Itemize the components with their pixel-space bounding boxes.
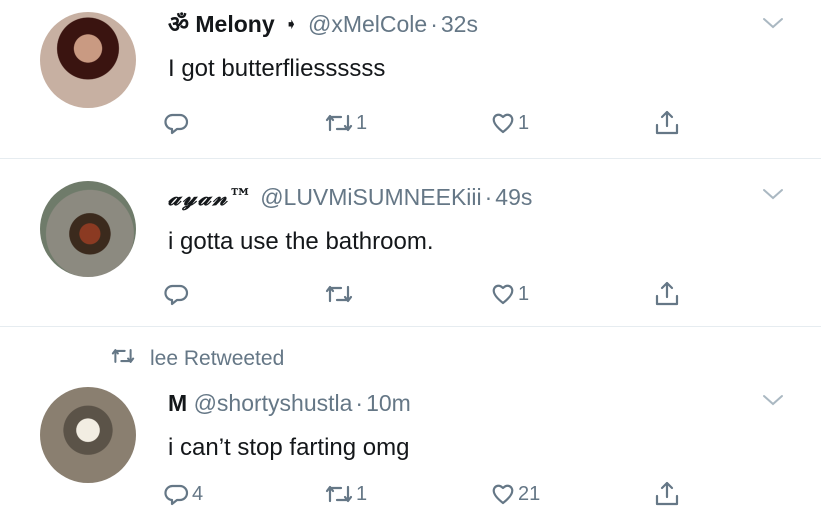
chevron-down-icon[interactable] [760,14,786,32]
like-button[interactable]: 21 [490,477,540,511]
timestamp[interactable]: 32s [441,11,478,37]
share-icon [652,108,682,138]
user-handle[interactable]: @xMelCole [308,11,427,37]
display-name[interactable]: 𝒶𝓎𝒶𝓃™ [168,184,254,211]
avatar[interactable] [40,12,136,108]
tweet-text: i can’t stop farting omg [168,434,410,461]
display-name[interactable]: Melony [195,11,274,37]
share-button[interactable] [652,106,682,140]
share-button[interactable] [652,477,682,511]
tweet-actions: 1 [164,277,724,311]
retweet-button[interactable] [324,277,356,311]
retweeted-by-line: lee Retweeted [110,345,284,373]
tweet-text: i gotta use the bathroom. [168,228,434,255]
reply-icon [164,481,190,507]
name-prefix-symbol: ॐ [168,11,189,37]
display-name[interactable]: M [168,390,187,416]
timestamp[interactable]: 49s [495,184,532,210]
retweet-icon [324,281,354,307]
retweet-count: 1 [356,111,368,134]
reply-button[interactable]: 4 [164,477,203,511]
share-icon [652,279,682,309]
share-icon [652,479,682,509]
tweet-actions: 4 1 21 [164,477,724,511]
tweet-header: M @shortyshustla · 10m [168,389,411,417]
avatar[interactable] [40,181,136,277]
chevron-down-icon[interactable] [760,185,786,203]
retweeted-by-label[interactable]: lee Retweeted [150,347,284,371]
retweet-button[interactable]: 1 [324,106,367,140]
heart-icon [490,281,516,307]
separator-dot: · [484,184,493,210]
retweet-icon [110,345,150,373]
user-handle[interactable]: @LUVMiSUMNEEKiii [260,184,481,210]
avatar[interactable] [40,387,136,483]
retweet-button[interactable]: 1 [324,477,367,511]
like-button[interactable]: 1 [490,106,529,140]
heart-icon [490,110,516,136]
tweet-header: 𝒶𝓎𝒶𝓃™ @LUVMiSUMNEEKiii · 49s [168,183,532,212]
timeline-feed: ॐ Melony ➧ @xMelCole · 32s I got butterfli… [0,0,821,525]
retweet-icon [324,110,354,136]
arrow-badge-icon: ➧ [285,16,298,33]
like-count: 1 [518,282,530,305]
tweet-header: ॐ Melony ➧ @xMelCole · 32s [168,10,478,39]
separator-dot: · [430,11,438,37]
heart-icon [490,481,516,507]
like-count: 21 [518,482,541,505]
retweet-icon [324,481,354,507]
like-button[interactable]: 1 [490,277,529,311]
user-handle[interactable]: @shortyshustla [194,390,353,416]
reply-button[interactable] [164,277,192,311]
share-button[interactable] [652,277,682,311]
tweet-text: I got butterfliessssss [168,55,386,82]
tweet[interactable]: lee Retweeted M @shortyshustla · 10m i can… [0,326,821,525]
tweet[interactable]: 𝒶𝓎𝒶𝓃™ @LUVMiSUMNEEKiii · 49s i gotta use t… [0,158,821,326]
reply-count: 4 [192,482,204,505]
tweet-actions: 1 1 [164,106,724,140]
reply-button[interactable] [164,106,192,140]
timestamp[interactable]: 10m [366,390,411,416]
retweet-count: 1 [356,482,368,505]
chevron-down-icon[interactable] [760,391,786,409]
separator-dot: · [355,390,364,416]
reply-icon [164,110,190,136]
like-count: 1 [518,111,530,134]
tweet[interactable]: ॐ Melony ➧ @xMelCole · 32s I got butterfli… [0,0,821,158]
reply-icon [164,281,190,307]
